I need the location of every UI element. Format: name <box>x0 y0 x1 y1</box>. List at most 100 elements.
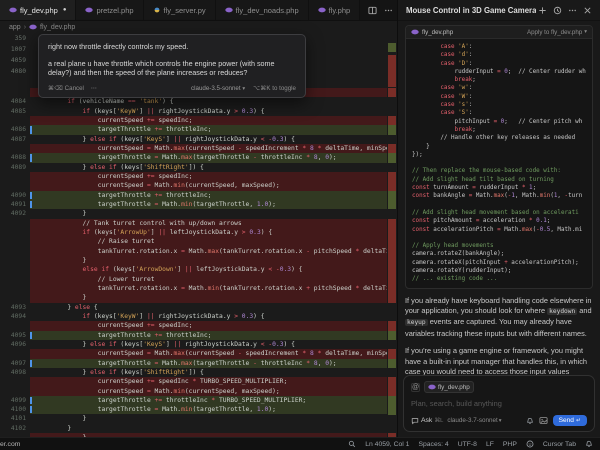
breadcrumb-folder[interactable]: app <box>9 24 21 31</box>
status-item[interactable]: LF <box>486 441 494 448</box>
overview-ruler[interactable] <box>387 33 397 437</box>
code-line-deleted[interactable]: currentSpeed += speedInc; <box>0 321 387 330</box>
code-line-added[interactable]: 4090 targetThrottle += throttleInc; <box>0 191 387 200</box>
breadcrumb-file[interactable]: fly_dev.php <box>40 24 75 31</box>
code-line-deleted[interactable]: else if (keys['ArrowDown'] || leftJoysti… <box>0 265 387 274</box>
code-line[interactable]: 4084 if (vehicleName == 'tank') { <box>0 97 387 106</box>
inline-chat-model-selector[interactable]: claude-3.5-sonnet ▾ <box>191 85 245 92</box>
diff-mark-added <box>388 331 396 340</box>
diff-mark-deleted <box>388 387 396 396</box>
tab-fly.php[interactable]: fly.php <box>309 0 361 20</box>
code-line[interactable]: 4089 } else if (keys['ShiftRight']) { <box>0 163 387 172</box>
diff-mark-added <box>388 153 396 162</box>
add-context-icon[interactable]: @ <box>411 383 420 392</box>
code-line-deleted[interactable]: tankTurret.rotation.x = Math.max(tankTur… <box>0 247 387 256</box>
code-line[interactable]: 4102 } <box>0 424 387 433</box>
close-panel-icon[interactable] <box>583 6 592 15</box>
line-number <box>0 237 30 246</box>
code-line-deleted[interactable]: } <box>0 256 387 265</box>
remote-host-label[interactable]: er.com <box>0 441 20 448</box>
chat-more-icon[interactable] <box>568 6 577 15</box>
code-line-deleted[interactable]: // Lower turret <box>0 275 387 284</box>
code-line-added[interactable]: 4086 targetThrottle += throttleInc; <box>0 125 387 134</box>
code-line-deleted[interactable]: currentSpeed = Math.min(currentSpeed, ma… <box>0 387 387 396</box>
code-line-deleted[interactable]: currentSpeed += speedInc; <box>0 116 387 125</box>
code-line[interactable]: 4087 } else if (keys['KeyS'] || rightJoy… <box>0 135 387 144</box>
code-line[interactable]: 4101 } <box>0 414 387 423</box>
code-line-deleted[interactable]: currentSpeed = Math.max(currentSpeed - s… <box>0 144 387 153</box>
split-editor-icon[interactable] <box>368 6 377 15</box>
code-line-deleted[interactable]: tankTurret.rotation.x = Math.min(tankTur… <box>0 284 387 293</box>
code-line-deleted[interactable]: if (keys['ArrowUp'] || leftJoystickData.… <box>0 228 387 237</box>
code-block-content[interactable]: case 'A': case 'd': case 'D': rudderInpu… <box>406 39 592 288</box>
breadcrumb[interactable]: app › fly_dev.php <box>0 21 397 33</box>
status-item[interactable]: Ln 4059, Col 1 <box>365 441 409 448</box>
tab-fly_dev.php[interactable]: fly_dev.php● <box>0 0 76 20</box>
status-item-search[interactable] <box>348 440 356 448</box>
php-icon <box>318 6 326 14</box>
status-item[interactable]: UTF-8 <box>458 441 477 448</box>
php-icon <box>29 23 37 31</box>
line-number <box>0 256 30 265</box>
code-line-added[interactable]: 4088 targetThrottle = Math.max(targetThr… <box>0 153 387 162</box>
code-line[interactable]: 4085 if (keys['KeyW'] || rightJoystickDa… <box>0 107 387 116</box>
status-bar: er.com Ln 4059, Col 1 Spaces: 4 UTF-8 LF PHP… <box>0 437 600 450</box>
chat-panel-header: Mouse Control in 3D Game Camera <box>398 0 600 21</box>
line-number <box>0 88 30 97</box>
status-item[interactable]: Cursor Tab <box>543 441 576 448</box>
mode-selector[interactable]: Ask ⌘L <box>411 417 443 425</box>
send-button[interactable]: Send ↵ <box>553 415 587 426</box>
diff-mark-added <box>388 191 396 200</box>
chat-input-box[interactable]: @ fly_dev.php Plan, search, build anythi… <box>403 375 595 432</box>
enter-icon: ↵ <box>576 417 581 424</box>
line-number: 4098 <box>0 368 30 377</box>
code-line[interactable]: 4092 } <box>0 209 387 218</box>
inline-chat-more-button[interactable]: ⋯ <box>91 85 97 92</box>
code-line-deleted[interactable]: // Raise turret <box>0 237 387 246</box>
tab-list: fly_dev.php●pretzel.phpfly_server.pyfly_… <box>0 0 360 20</box>
image-attach-icon[interactable] <box>539 416 548 425</box>
chat-input-placeholder[interactable]: Plan, search, build anything <box>411 399 587 408</box>
status-item[interactable]: PHP <box>503 441 517 448</box>
code-line-added[interactable]: 4099 targetThrottle += throttleInc * TUR… <box>0 396 387 405</box>
code-line-added[interactable]: 4097 targetThrottle = Math.max(targetThr… <box>0 359 387 368</box>
code-text: // Lower turret <box>37 276 155 283</box>
code-line-deleted[interactable]: currentSpeed += speedInc * TURBO_SPEED_M… <box>0 377 387 386</box>
code-line[interactable]: 4098 } else if (keys['ShiftRight']) { <box>0 368 387 377</box>
code-line-deleted[interactable]: // Tank turret control with up/down arro… <box>0 219 387 228</box>
chat-history-icon[interactable] <box>553 6 562 15</box>
diff-mark-deleted <box>388 116 396 125</box>
diff-mark-deleted <box>388 284 396 293</box>
tab-fly_dev_noads.php[interactable]: fly_dev_noads.php <box>216 0 309 20</box>
code-text: } <box>37 425 71 432</box>
code-line-added[interactable]: 4100 targetThrottle = Math.min(targetThr… <box>0 405 387 414</box>
code-line-added[interactable]: 4091 targetThrottle = Math.min(targetThr… <box>0 200 387 209</box>
status-item-bell[interactable] <box>585 440 593 448</box>
line-number: 4097 <box>0 359 30 368</box>
tab-pretzel.php[interactable]: pretzel.php <box>76 0 143 20</box>
code-line-deleted[interactable]: currentSpeed = Math.min(currentSpeed, ma… <box>0 181 387 190</box>
code-line[interactable]: 4094 if (keys['KeyW'] || rightJoystickDa… <box>0 312 387 321</box>
editor-more-icon[interactable] <box>384 6 393 15</box>
status-item-feedback[interactable] <box>526 440 534 448</box>
code-line-deleted[interactable]: currentSpeed = Math.max(currentSpeed - s… <box>0 349 387 358</box>
inline-chat-toggle-hint: ⌥⌘K to toggle <box>253 85 296 92</box>
inline-chat-cancel-button[interactable]: ⌘⌫ Cancel <box>48 85 84 92</box>
tab-fly_server.py[interactable]: fly_server.py <box>144 0 216 20</box>
new-chat-icon[interactable] <box>538 6 547 15</box>
chevron-down-icon: ▾ <box>584 29 587 35</box>
notification-icon[interactable] <box>526 417 534 425</box>
line-number <box>0 284 30 293</box>
apply-button[interactable]: Apply to fly_dev.php ▾ <box>527 29 587 36</box>
code-line-deleted[interactable]: } <box>0 293 387 302</box>
code-line[interactable]: 4093 } else { <box>0 303 387 312</box>
php-icon <box>9 6 17 14</box>
model-selector[interactable]: claude-3.7-sonnet ▾ <box>447 417 501 424</box>
code-line-added[interactable]: 4095 targetThrottle += throttleInc; <box>0 331 387 340</box>
context-file-chip[interactable]: fly_dev.php <box>424 381 474 393</box>
status-item[interactable]: Spaces: 4 <box>418 441 448 448</box>
code-line[interactable]: 4096 } else if (keys['KeyS'] || rightJoy… <box>0 340 387 349</box>
code-text: currentSpeed = Math.max(currentSpeed - s… <box>37 350 387 357</box>
code-line-deleted[interactable]: currentSpeed += speedInc; <box>0 172 387 181</box>
search-icon <box>348 440 356 448</box>
